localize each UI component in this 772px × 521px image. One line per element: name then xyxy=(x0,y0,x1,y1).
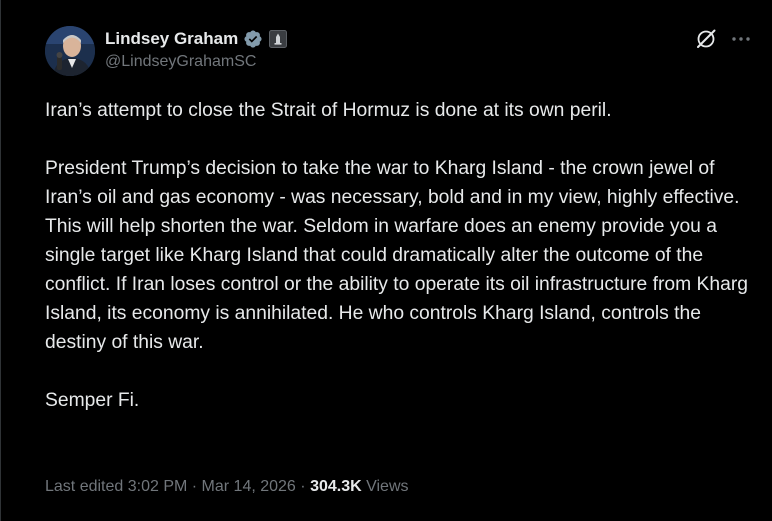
author-display-name[interactable]: Lindsey Graham xyxy=(105,29,238,49)
tweet-date-link[interactable]: Mar 14, 2026 xyxy=(202,478,296,495)
avatar-image xyxy=(45,26,95,76)
senate-seal-icon[interactable] xyxy=(269,30,288,48)
last-edited-link[interactable]: Last edited 3:02 PM xyxy=(45,478,187,495)
more-options-button[interactable] xyxy=(730,28,752,50)
tweet-paragraph: Iran’s attempt to close the Strait of Ho… xyxy=(45,100,612,121)
tweet-card: Lindsey Graham @LindseyGrahamSC Iran’s a… xyxy=(0,0,772,521)
meta-separator: · xyxy=(191,478,198,495)
tweet-paragraph: Semper Fi. xyxy=(45,390,140,411)
avatar[interactable] xyxy=(45,26,95,76)
tweet-text: Iran’s attempt to close the Strait of Ho… xyxy=(45,96,761,415)
author-handle[interactable]: @LindseyGrahamSC xyxy=(105,53,256,71)
grok-slash-icon xyxy=(697,29,716,48)
more-horizontal-icon xyxy=(732,37,750,41)
meta-separator: · xyxy=(300,478,306,495)
verified-badge-icon xyxy=(243,29,263,49)
views-count: 304.3K xyxy=(310,478,362,495)
tweet-paragraph: President Trump’s decision to take the w… xyxy=(45,158,749,353)
author-name-row: Lindsey Graham xyxy=(105,28,288,50)
tweet-meta: Last edited 3:02 PM · Mar 14, 2026 · 304… xyxy=(45,478,409,496)
grok-button[interactable] xyxy=(695,28,717,50)
views-label: Views xyxy=(366,478,409,495)
